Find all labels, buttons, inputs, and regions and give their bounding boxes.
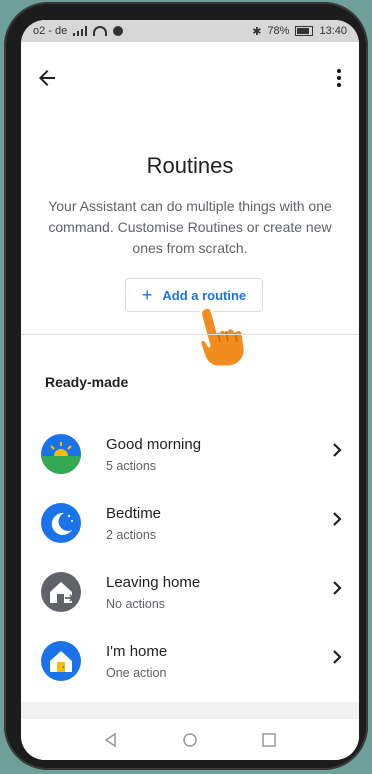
divider — [21, 334, 359, 335]
routine-good-morning[interactable]: Good morning 5 actions — [21, 418, 359, 487]
carrier-label: o2 - de — [33, 25, 68, 37]
battery-icon — [295, 26, 314, 36]
routine-name: Good morning — [106, 436, 202, 453]
clock: 13:40 — [319, 25, 347, 37]
wifi-icon — [93, 26, 108, 36]
routine-name: Leaving home — [106, 574, 201, 591]
phone-frame: o2 - de ✱ 78% 13:40 Routines Your Assist… — [4, 2, 368, 770]
battery-percent: 78% — [267, 25, 290, 37]
notification-icon — [113, 26, 124, 36]
plus-icon: + — [141, 285, 153, 305]
nav-back-icon[interactable] — [103, 732, 119, 748]
back-arrow-icon[interactable] — [35, 66, 59, 90]
screen: o2 - de ✱ 78% 13:40 Routines Your Assist… — [21, 20, 359, 760]
nav-recents-icon[interactable] — [261, 732, 277, 748]
nav-home-icon[interactable] — [182, 732, 198, 748]
routine-actions: 2 actions — [106, 528, 157, 542]
routine-bedtime[interactable]: Bedtime 2 actions — [21, 487, 359, 556]
routine-name: Bedtime — [106, 505, 162, 522]
app-bar — [21, 58, 359, 98]
chevron-right-icon — [333, 512, 342, 526]
signal-icon — [73, 26, 88, 36]
pointing-hand-icon — [198, 305, 247, 369]
more-options-icon[interactable] — [327, 64, 351, 92]
routine-list: Good morning 5 actions Bedtime 2 actions — [21, 418, 359, 694]
bluetooth-icon: ✱ — [252, 25, 262, 38]
routine-actions: 5 actions — [106, 459, 157, 473]
house-leave-icon — [41, 572, 81, 612]
routine-leaving-home[interactable]: Leaving home No actions — [21, 556, 359, 625]
add-routine-label: Add a routine — [162, 287, 247, 303]
chevron-right-icon — [333, 650, 342, 664]
routine-name: I'm home — [106, 643, 168, 660]
chevron-right-icon — [333, 443, 342, 457]
status-bar: o2 - de ✱ 78% 13:40 — [21, 20, 359, 42]
list-fade — [21, 702, 359, 718]
chevron-right-icon — [333, 581, 342, 595]
sunrise-icon — [41, 434, 81, 474]
page-description: Your Assistant can do multiple things wi… — [48, 198, 332, 256]
page-title: Routines — [146, 153, 234, 178]
routine-actions: No actions — [106, 597, 166, 611]
house-icon — [41, 641, 81, 681]
routine-actions: One action — [106, 666, 167, 680]
system-nav-bar — [21, 718, 359, 760]
section-title: Ready-made — [45, 374, 129, 390]
moon-icon — [41, 503, 81, 543]
routine-im-home[interactable]: I'm home One action — [21, 625, 359, 694]
